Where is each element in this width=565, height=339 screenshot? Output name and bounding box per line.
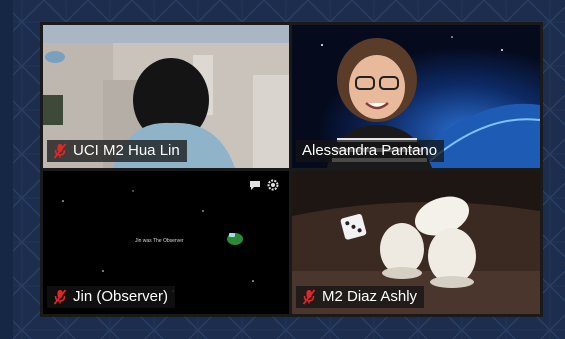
participant-name-tag: M2 Diaz Ashly [296, 286, 425, 308]
microphone-muted-icon [302, 289, 316, 305]
tile-overlay-controls [249, 179, 279, 191]
participant-name-tag: UCI M2 Hua Lin [47, 140, 187, 162]
video-gallery: UCI M2 Hua Lin Alessandra Pantano Jin wa… [40, 22, 543, 317]
participant-name: M2 Diaz Ashly [322, 288, 418, 305]
gear-icon[interactable] [267, 179, 279, 191]
video-tile-alessandra-pantano[interactable]: Alessandra Pantano [292, 25, 540, 168]
video-tile-jin-observer[interactable]: Jin was The Observer Jin (Observer) [43, 171, 289, 314]
microphone-muted-icon [53, 143, 67, 159]
participant-name-tag: Jin (Observer) [47, 286, 176, 308]
participant-name: Alessandra Pantano [302, 142, 438, 159]
participant-name: Jin (Observer) [73, 288, 169, 305]
participant-name: UCI M2 Hua Lin [73, 142, 180, 159]
chat-bubble-icon[interactable] [249, 179, 261, 191]
video-tile-diaz-ashly[interactable]: M2 Diaz Ashly [292, 171, 540, 314]
microphone-muted-icon [53, 289, 67, 305]
window-edge [0, 0, 13, 339]
participant-name-tag: Alessandra Pantano [296, 140, 445, 162]
game-caption: Jin was The Observer [135, 238, 184, 244]
video-tile-hua-lin[interactable]: UCI M2 Hua Lin [43, 25, 289, 168]
